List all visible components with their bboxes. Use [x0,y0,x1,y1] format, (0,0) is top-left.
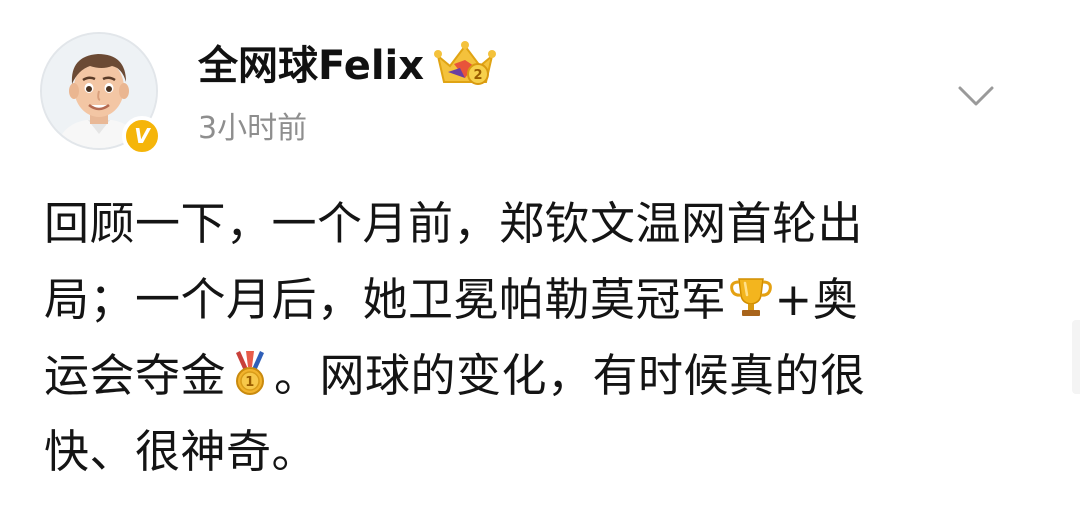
post-text: 回顾一下，一个月前，郑钦文温网首轮出 局；一个月后，她卫冕帕勒莫冠军 +奥 运会… [44,186,1044,490]
post-line-1: 回顾一下，一个月前，郑钦文温网首轮出 [44,197,864,250]
post-line-3-after: 。网球的变化，有时候真的很 [274,349,866,402]
post-line-4: 快、很神奇。 [44,425,318,478]
post-line-3-before: 运会夺金 [44,349,227,402]
medal-number: 1 [245,375,255,390]
chevron-down-icon[interactable] [950,74,1002,118]
user-name[interactable]: 全网球Felix [198,38,424,94]
verified-badge-icon: V [122,116,162,156]
crown-icon[interactable]: 2 [432,38,498,90]
post-line-2-after: +奥 [774,273,859,326]
post-line-2-before: 局；一个月后，她卫冕帕勒莫冠军 [44,273,727,326]
crown-level-number: 2 [473,68,482,83]
post-line-2: 局；一个月后，她卫冕帕勒莫冠军 +奥 [44,262,1044,338]
avatar-container[interactable]: V [40,32,164,156]
edge-handle [1072,320,1080,394]
gold-medal-emoji: 1 [236,351,265,395]
post-time: 3小时前 [198,111,308,146]
post-line-3: 运会夺金 1 。网球的变化，有时候真的很 [44,338,1044,414]
trophy-emoji [729,278,772,316]
